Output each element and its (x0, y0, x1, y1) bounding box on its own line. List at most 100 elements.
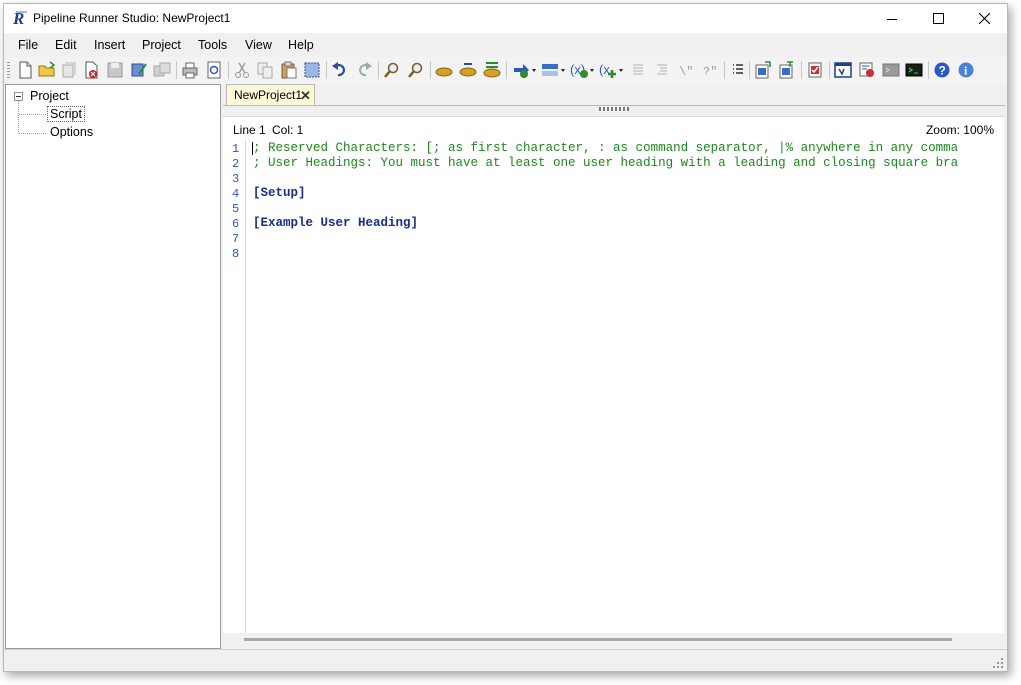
insert-command-dropdown-icon[interactable] (511, 60, 537, 80)
export-icon[interactable] (777, 60, 797, 80)
print-icon[interactable] (180, 60, 200, 80)
paste-icon[interactable] (279, 60, 299, 80)
print-preview-icon[interactable] (204, 60, 224, 80)
collapse-toggle-icon[interactable] (14, 92, 23, 101)
tab-strip-border (223, 105, 1005, 106)
svg-text:\": \" (679, 65, 693, 79)
menu-help[interactable]: Help (288, 38, 314, 52)
maximize-button[interactable] (915, 4, 961, 33)
zoom-indicator: Zoom: 100% (925, 123, 994, 137)
code-line-comment: ; Reserved Characters: [; as first chara… (253, 141, 959, 155)
svg-text:?: ? (939, 64, 946, 78)
console-icon[interactable] (904, 60, 924, 80)
tab-newproject1[interactable]: NewProject1 ✕ (226, 84, 315, 106)
toolbar-grip[interactable] (7, 62, 10, 79)
toolbar-separator (430, 61, 431, 79)
line-number-gutter: 1 2 3 4 5 6 7 8 (223, 139, 246, 633)
menu-tools[interactable]: Tools (198, 38, 227, 52)
toolbar-separator (326, 61, 327, 79)
line-number: 5 (232, 202, 240, 216)
menu-bar: File Edit Insert Project Tools View Help (4, 35, 1007, 55)
cursor-col-indicator: Col: 1 (272, 123, 304, 137)
main-toolbar: (x) (x \" ?" ? i (4, 57, 1007, 84)
close-tab-icon[interactable]: ✕ (300, 88, 311, 104)
menu-edit[interactable]: Edit (55, 38, 77, 52)
toolbar-separator (801, 61, 802, 79)
cursor-line-indicator: Line 1 (233, 123, 266, 137)
window-title: Pipeline Runner Studio: NewProject1 (33, 11, 231, 25)
help-icon[interactable]: ? (932, 60, 952, 80)
menu-project[interactable]: Project (142, 38, 181, 52)
replace-all-icon[interactable] (482, 60, 502, 80)
bookmark-list-icon[interactable] (728, 60, 748, 80)
title-bar[interactable]: R Pipeline Runner Studio: NewProject1 (4, 4, 1007, 33)
toolbar-separator (724, 61, 725, 79)
save-icon[interactable] (105, 60, 125, 80)
save-all-icon[interactable] (152, 60, 172, 80)
validate-icon[interactable] (805, 60, 825, 80)
about-icon[interactable]: i (956, 60, 976, 80)
insert-heading-dropdown-icon[interactable] (540, 60, 566, 80)
splitter-grip[interactable] (599, 107, 630, 111)
import-icon[interactable] (753, 60, 773, 80)
tree-connector (18, 101, 19, 134)
editor-status-line: Line 1 Col: 1 Zoom: 100% (223, 117, 1004, 139)
code-text-area[interactable]: ; Reserved Characters: [; as first chara… (253, 139, 1004, 633)
tree-item-project[interactable]: Project (30, 89, 69, 103)
svg-text:?": ?" (703, 65, 717, 79)
tree-connector (19, 133, 46, 134)
replace-icon[interactable] (434, 60, 454, 80)
line-number: 4 (232, 187, 240, 201)
undo-icon[interactable] (330, 60, 350, 80)
toolbar-separator (506, 61, 507, 79)
toolbar-separator (378, 61, 379, 79)
add-variable-dropdown-icon[interactable]: (x (598, 60, 624, 80)
toolbar-separator (928, 61, 929, 79)
code-line-heading: [Setup] (253, 186, 306, 200)
menu-file[interactable]: File (18, 38, 38, 52)
indent-icon[interactable]: \" (676, 60, 696, 80)
replace-next-icon[interactable] (458, 60, 478, 80)
find-next-icon[interactable] (406, 60, 426, 80)
uncomment-icon[interactable] (652, 60, 672, 80)
menu-view[interactable]: View (245, 38, 272, 52)
run-settings-icon[interactable] (857, 60, 877, 80)
console-disabled-icon[interactable] (881, 60, 901, 80)
run-window-icon[interactable] (833, 60, 853, 80)
status-bar (4, 649, 1007, 671)
line-number: 2 (232, 157, 240, 171)
copy-icon[interactable] (255, 60, 275, 80)
resize-grip-icon[interactable] (993, 658, 1004, 669)
code-line-comment: ; User Headings: You must have at least … (253, 156, 959, 170)
line-number: 1 (232, 142, 240, 156)
select-all-icon[interactable] (302, 60, 322, 80)
cut-icon[interactable] (232, 60, 252, 80)
tab-label: NewProject1 (234, 88, 303, 102)
tree-connector (19, 114, 46, 115)
insert-variable-dropdown-icon[interactable]: (x) (569, 60, 595, 80)
horizontal-scrollbar[interactable] (223, 633, 1004, 646)
line-number: 3 (232, 172, 240, 186)
new-file-icon[interactable] (15, 60, 35, 80)
open-recent-icon[interactable] (59, 60, 79, 80)
pipeline-runner-logo-icon: R (12, 9, 27, 27)
horizontal-scroll-thumb[interactable] (244, 638, 952, 641)
line-number: 7 (232, 232, 240, 246)
script-editor[interactable]: Line 1 Col: 1 Zoom: 100% 1 2 3 4 5 6 7 8… (223, 116, 1004, 646)
tree-item-script[interactable]: Script (47, 106, 85, 122)
toolbar-separator (749, 61, 750, 79)
redo-icon[interactable] (354, 60, 374, 80)
outdent-icon[interactable]: ?" (700, 60, 720, 80)
find-icon[interactable] (382, 60, 402, 80)
comment-icon[interactable] (628, 60, 648, 80)
editor-area: NewProject1 ✕ Line 1 Col: 1 Zoom: 100% 1… (223, 84, 1005, 647)
minimize-button[interactable] (869, 4, 915, 33)
close-button[interactable] (961, 4, 1007, 33)
close-file-icon[interactable] (81, 60, 101, 80)
project-tree-panel: Project Script Options (5, 84, 221, 649)
tree-item-options[interactable]: Options (50, 125, 93, 139)
app-window: R Pipeline Runner Studio: NewProject1 Fi… (3, 3, 1008, 672)
save-as-icon[interactable] (129, 60, 149, 80)
menu-insert[interactable]: Insert (94, 38, 125, 52)
open-folder-icon[interactable] (37, 60, 57, 80)
